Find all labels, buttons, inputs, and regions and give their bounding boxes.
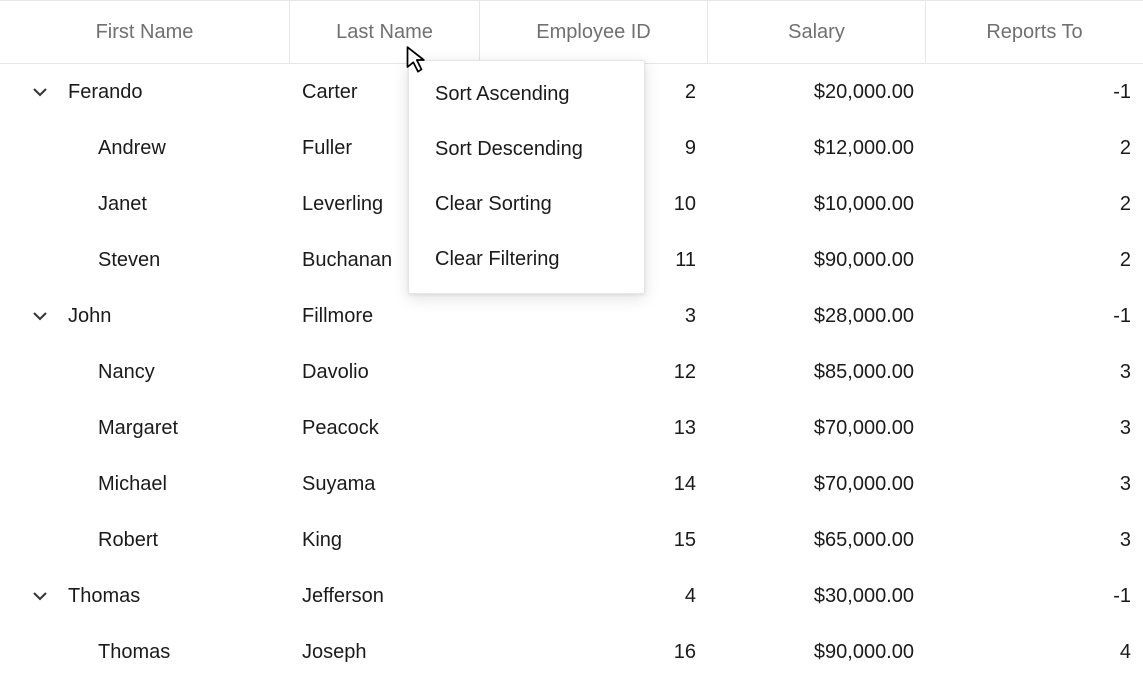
- cell-reports-to: 2: [926, 249, 1143, 272]
- cell-last-name: Jefferson: [290, 585, 480, 608]
- cell-salary: $28,000.00: [708, 305, 926, 328]
- cell-salary: $70,000.00: [708, 473, 926, 496]
- cell-last-name: Peacock: [290, 417, 480, 440]
- grid-row[interactable]: Thomas Joseph16$90,000.004: [0, 624, 1143, 680]
- grid-row[interactable]: Robert King15$65,000.003: [0, 512, 1143, 568]
- cell-reports-to: 3: [926, 417, 1143, 440]
- grid-header-row: First Name Last Name Employee ID Salary …: [0, 1, 1143, 64]
- cell-last-name: Suyama: [290, 473, 480, 496]
- cell-reports-to: 2: [926, 137, 1143, 160]
- grid-row[interactable]: John Fillmore3$28,000.00-1: [0, 288, 1143, 344]
- cell-employee-id: 16: [480, 641, 708, 664]
- cell-first-name: Robert: [0, 526, 290, 554]
- context-menu-item[interactable]: Clear Filtering: [409, 232, 644, 287]
- cell-first-name: Thomas: [0, 638, 290, 666]
- cell-salary: $85,000.00: [708, 361, 926, 384]
- first-name-text: John: [68, 305, 111, 328]
- cell-salary: $70,000.00: [708, 417, 926, 440]
- cell-first-name: Andrew: [0, 134, 290, 162]
- cell-reports-to: 3: [926, 529, 1143, 552]
- cell-employee-id: 13: [480, 417, 708, 440]
- cell-first-name: John: [0, 302, 290, 330]
- context-menu-item[interactable]: Sort Descending: [409, 122, 644, 177]
- cell-first-name: Margaret: [0, 414, 290, 442]
- first-name-text: Thomas: [68, 585, 140, 608]
- cell-reports-to: -1: [926, 305, 1143, 328]
- cell-employee-id: 4: [480, 585, 708, 608]
- column-header-employee-id[interactable]: Employee ID: [480, 1, 708, 63]
- cell-salary: $30,000.00: [708, 585, 926, 608]
- cell-salary: $12,000.00: [708, 137, 926, 160]
- first-name-text: Margaret: [98, 417, 178, 440]
- first-name-text: Ferando: [68, 81, 143, 104]
- cell-salary: $20,000.00: [708, 81, 926, 104]
- cell-employee-id: 12: [480, 361, 708, 384]
- cell-first-name: Ferando: [0, 78, 290, 106]
- grid-row[interactable]: Thomas Jefferson4$30,000.00-1: [0, 568, 1143, 624]
- cell-reports-to: 3: [926, 473, 1143, 496]
- cell-salary: $65,000.00: [708, 529, 926, 552]
- cell-last-name: Joseph: [290, 641, 480, 664]
- context-menu-item[interactable]: Clear Sorting: [409, 177, 644, 232]
- cell-employee-id: 3: [480, 305, 708, 328]
- cell-salary: $90,000.00: [708, 641, 926, 664]
- cell-salary: $10,000.00: [708, 193, 926, 216]
- cell-reports-to: -1: [926, 585, 1143, 608]
- cell-employee-id: 15: [480, 529, 708, 552]
- context-menu-item[interactable]: Sort Ascending: [409, 67, 644, 122]
- first-name-text: Janet: [98, 193, 147, 216]
- first-name-text: Andrew: [98, 137, 166, 160]
- expand-collapse-icon[interactable]: [26, 582, 54, 610]
- cell-last-name: Davolio: [290, 361, 480, 384]
- cell-last-name: King: [290, 529, 480, 552]
- column-header-salary[interactable]: Salary: [708, 1, 926, 63]
- cell-first-name: Thomas: [0, 582, 290, 610]
- cell-reports-to: 4: [926, 641, 1143, 664]
- first-name-text: Robert: [98, 529, 158, 552]
- cell-first-name: Nancy: [0, 358, 290, 386]
- cell-last-name: Fillmore: [290, 305, 480, 328]
- cell-salary: $90,000.00: [708, 249, 926, 272]
- cell-reports-to: 3: [926, 361, 1143, 384]
- cell-first-name: Michael: [0, 470, 290, 498]
- first-name-text: Michael: [98, 473, 167, 496]
- column-header-last-name[interactable]: Last Name: [290, 1, 480, 63]
- grid-row[interactable]: Michael Suyama14$70,000.003: [0, 456, 1143, 512]
- grid-row[interactable]: Nancy Davolio12$85,000.003: [0, 344, 1143, 400]
- column-header-first-name[interactable]: First Name: [0, 1, 290, 63]
- grid-row[interactable]: Margaret Peacock13$70,000.003: [0, 400, 1143, 456]
- cell-first-name: Janet: [0, 190, 290, 218]
- cell-reports-to: 2: [926, 193, 1143, 216]
- first-name-text: Steven: [98, 249, 160, 272]
- expand-collapse-icon[interactable]: [26, 78, 54, 106]
- cell-reports-to: -1: [926, 81, 1143, 104]
- cell-first-name: Steven: [0, 246, 290, 274]
- column-context-menu: Sort AscendingSort DescendingClear Sorti…: [408, 60, 645, 294]
- column-header-reports-to[interactable]: Reports To: [926, 1, 1143, 63]
- first-name-text: Nancy: [98, 361, 155, 384]
- expand-collapse-icon[interactable]: [26, 302, 54, 330]
- cell-employee-id: 14: [480, 473, 708, 496]
- first-name-text: Thomas: [98, 641, 170, 664]
